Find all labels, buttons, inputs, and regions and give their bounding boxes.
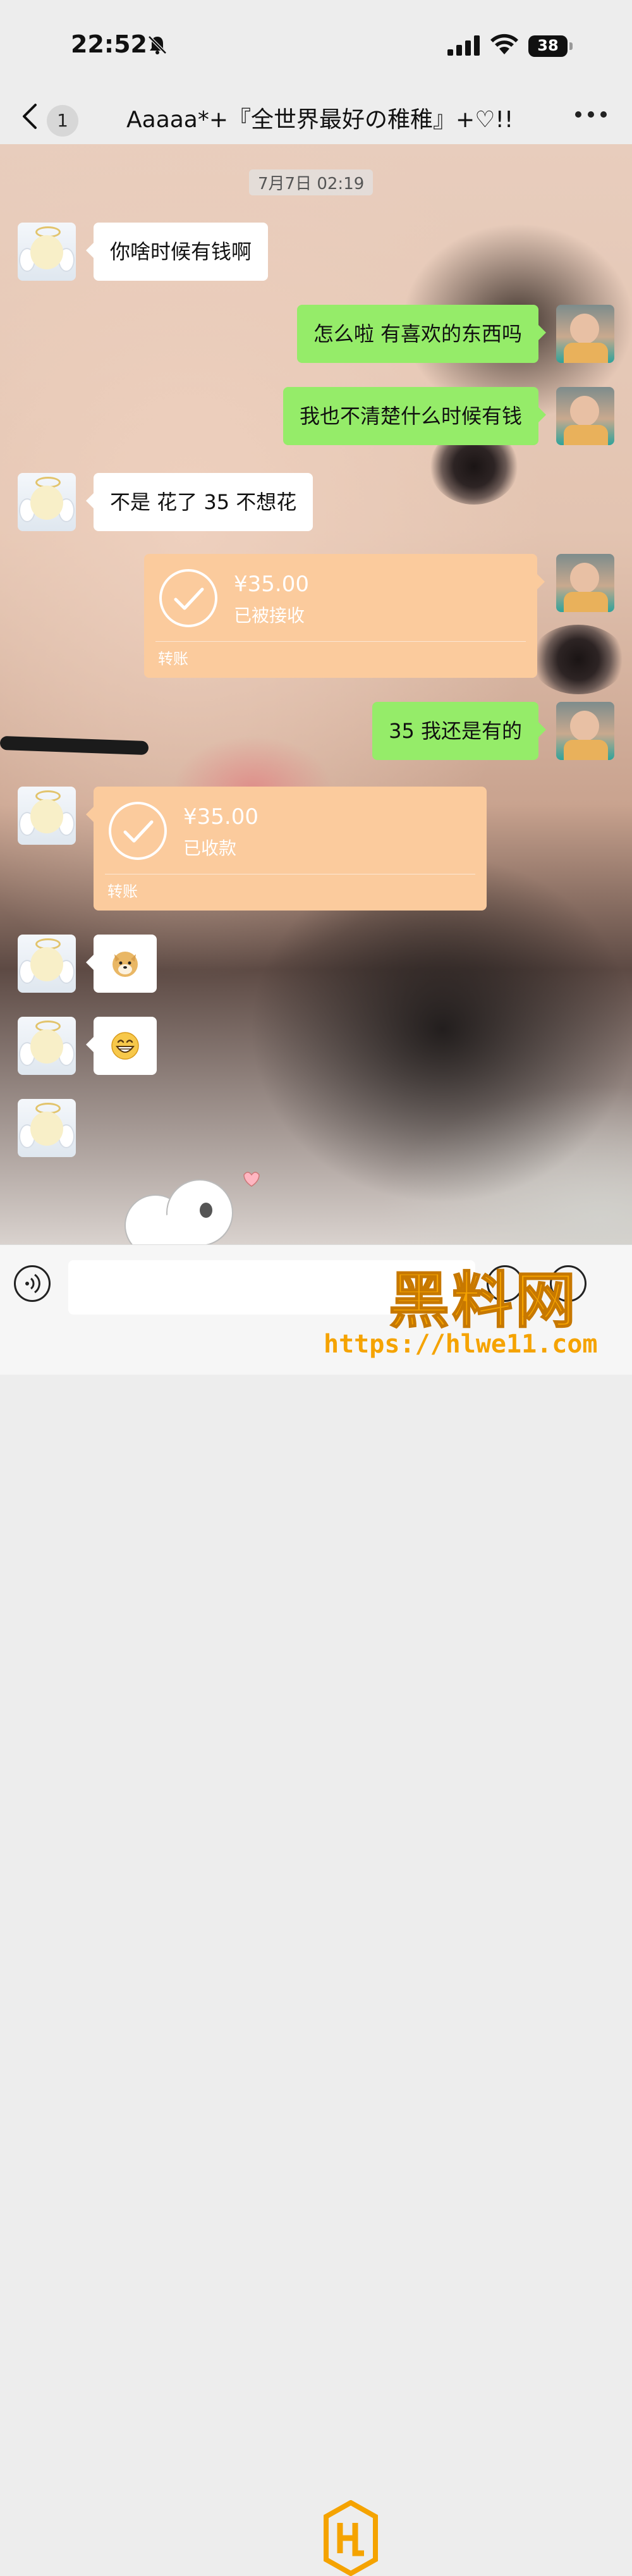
- wifi-icon: [490, 34, 518, 54]
- transfer-divider: [155, 641, 526, 642]
- chat-header: 1 Aaaaa*+『全世界最好の稚稚』+♡!!: [0, 89, 632, 144]
- bell-muted-icon: [148, 35, 167, 54]
- transfer-label: 转账: [107, 883, 138, 900]
- contact-avatar[interactable]: [18, 787, 76, 845]
- status-bar: 22:52 38: [0, 0, 632, 89]
- more-options-icon[interactable]: [574, 107, 609, 123]
- wallpaper-armband: [0, 735, 149, 756]
- message-bubble[interactable]: 不是 花了 35 不想花: [85, 473, 313, 531]
- watermark-brand: 黑料网: [388, 1265, 578, 1337]
- message-timestamp: 7月7日 02:19: [249, 169, 374, 195]
- my-avatar[interactable]: [556, 305, 614, 363]
- transfer-card[interactable]: ¥35.00 已被接收 转账: [144, 554, 545, 678]
- my-avatar[interactable]: [556, 387, 614, 445]
- back-chevron-icon[interactable]: [19, 101, 42, 132]
- fluffy-sheep-sticker: [125, 1172, 260, 1244]
- contact-avatar[interactable]: [18, 223, 76, 281]
- chat-title: Aaaaa*+『全世界最好の稚稚』+♡!!: [126, 107, 514, 133]
- chat-area[interactable]: 7月7日 02:19 你啥时候有钱啊 怎么啦 有喜欢的东西吗 我也不清楚什么时候…: [0, 144, 632, 1244]
- wallpaper-eye: [531, 625, 626, 694]
- battery-level: 38: [537, 37, 559, 54]
- cellular-signal-icon: [447, 35, 480, 56]
- message-bubble[interactable]: 怎么啦 有喜欢的东西吗: [296, 305, 547, 363]
- input-bar: 黑料网 https://hlwe11.com: [0, 1244, 632, 2576]
- status-time: 22:52: [71, 30, 147, 58]
- voice-wave-icon: [25, 1273, 40, 1294]
- message-bubble[interactable]: 我也不清楚什么时候有钱: [283, 387, 547, 445]
- sticker-message[interactable]: [86, 935, 157, 993]
- unread-count-badge[interactable]: 1: [47, 105, 78, 137]
- transfer-amount: ¥35.00: [183, 804, 258, 830]
- contact-avatar[interactable]: [18, 1017, 76, 1075]
- watermark-url: https://hlwe11.com: [324, 1330, 598, 1359]
- transfer-status: 已被接收: [234, 605, 305, 626]
- message-bubble[interactable]: 35 我还是有的: [372, 702, 546, 760]
- transfer-status: 已收款: [183, 838, 237, 859]
- my-avatar[interactable]: [556, 702, 614, 760]
- contact-avatar[interactable]: [18, 1099, 76, 1157]
- voice-input-button[interactable]: [14, 1265, 51, 1302]
- watermark-logo: [324, 2500, 378, 2576]
- check-circle-icon: [159, 569, 217, 627]
- sticker-message[interactable]: [86, 1017, 157, 1075]
- contact-avatar[interactable]: [18, 473, 76, 531]
- battery-icon: 38: [528, 35, 574, 57]
- message-bubble[interactable]: 你啥时候有钱啊: [85, 223, 269, 281]
- my-avatar[interactable]: [556, 554, 614, 612]
- transfer-card[interactable]: ¥35.00 已收款 转账: [86, 787, 487, 911]
- doge-emoji-icon: [112, 952, 138, 977]
- check-circle-icon: [109, 802, 167, 860]
- contact-avatar[interactable]: [18, 935, 76, 993]
- transfer-label: 转账: [158, 650, 188, 668]
- transfer-amount: ¥35.00: [234, 572, 309, 597]
- grin-emoji-icon: [111, 1032, 139, 1060]
